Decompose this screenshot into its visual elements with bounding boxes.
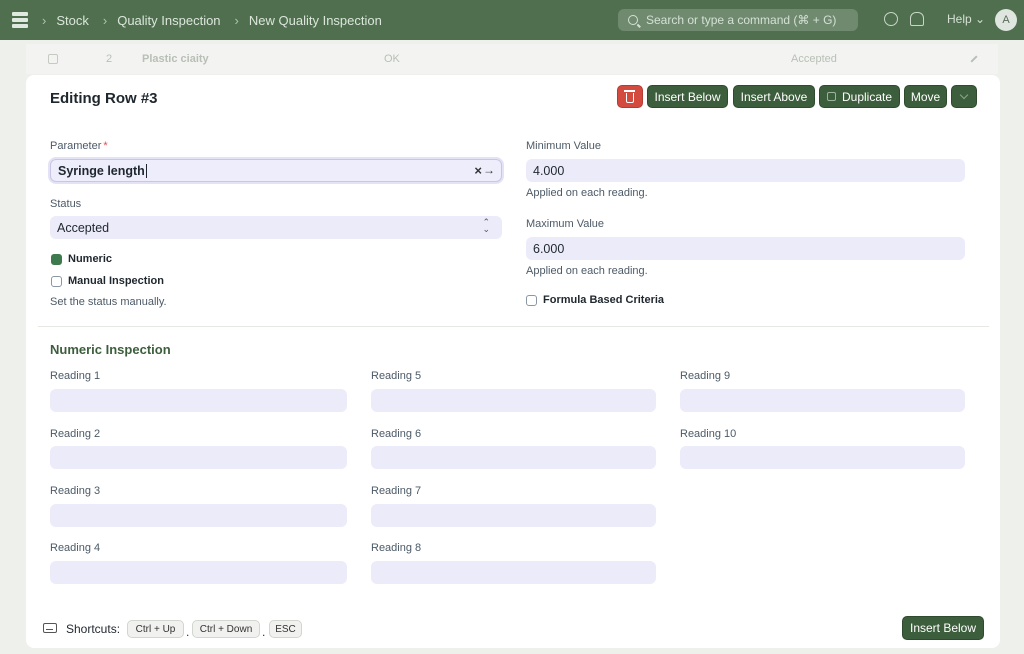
- shortcuts-label: Shortcuts:: [66, 622, 121, 636]
- minimum-value-hint: Applied on each reading.: [526, 187, 648, 199]
- breadcrumb-quality-inspection[interactable]: Quality Inspection: [117, 13, 220, 28]
- manual-inspection-checkbox[interactable]: [51, 276, 62, 287]
- status-value: Accepted: [57, 220, 110, 235]
- clear-icon[interactable]: ×: [474, 163, 482, 178]
- table-row[interactable]: 2 Plastic ciaity OK Accepted: [26, 44, 998, 74]
- shortcut-ctrl-up: Ctrl + Up: [127, 620, 184, 638]
- formula-based-checkbox[interactable]: [526, 295, 537, 306]
- footer-insert-below-button[interactable]: Insert Below: [902, 616, 984, 640]
- row-checkbox[interactable]: [48, 54, 58, 64]
- delete-row-button[interactable]: [617, 85, 643, 108]
- reading-6-label: Reading 6: [371, 428, 422, 440]
- chevron-down-icon: [959, 90, 969, 100]
- numeric-label: Numeric: [68, 253, 113, 265]
- shortcut-ctrl-down: Ctrl + Down: [192, 620, 260, 638]
- select-updown-icon: ⌃ ⌄: [482, 217, 490, 234]
- reading-2-label: Reading 2: [50, 428, 101, 440]
- reading-5-label: Reading 5: [371, 370, 422, 382]
- reading-7-label: Reading 7: [371, 485, 422, 497]
- reading-7-input[interactable]: [371, 504, 656, 527]
- minimum-value-input[interactable]: 4.000: [526, 159, 965, 182]
- maximum-value-hint: Applied on each reading.: [526, 265, 648, 277]
- numeric-checkbox[interactable]: [51, 254, 62, 265]
- duplicate-button[interactable]: Duplicate: [819, 85, 900, 108]
- search-icon: [628, 15, 638, 25]
- edit-pencil-icon[interactable]: [970, 55, 978, 63]
- navbar: › Stock › Quality Inspection › New Quali…: [0, 0, 1024, 40]
- shortcut-separator: .: [262, 625, 266, 639]
- open-link-arrow-icon[interactable]: →: [483, 163, 495, 177]
- numeric-inspection-heading: Numeric Inspection: [50, 342, 171, 357]
- reading-6-input[interactable]: [371, 446, 656, 469]
- insert-below-button[interactable]: Insert Below: [647, 85, 728, 108]
- reading-1-label: Reading 1: [50, 370, 101, 382]
- maximum-value-input[interactable]: 6.000: [526, 237, 965, 260]
- reading-9-input[interactable]: [680, 389, 965, 412]
- editing-row-panel: Editing Row #3 Insert Below Insert Above…: [26, 75, 1000, 648]
- breadcrumb-chevron-icon: ›: [42, 12, 47, 28]
- reading-4-label: Reading 4: [50, 542, 101, 554]
- row-value: OK: [384, 53, 400, 65]
- help-dropdown[interactable]: Help ⌄: [947, 12, 985, 26]
- chat-icon[interactable]: [884, 12, 898, 26]
- bell-icon[interactable]: [910, 12, 924, 26]
- reading-8-label: Reading 8: [371, 542, 422, 554]
- parameter-value: Syringe length: [58, 163, 145, 178]
- panel-title: Editing Row #3: [50, 90, 158, 107]
- parameter-label-text: Parameter: [50, 140, 102, 152]
- maximum-value-label: Maximum Value: [526, 218, 605, 230]
- keyboard-icon: [43, 623, 57, 633]
- breadcrumb-new-quality-inspection[interactable]: New Quality Inspection: [249, 13, 382, 28]
- reading-9-label: Reading 9: [680, 370, 731, 382]
- section-divider: [38, 326, 989, 327]
- insert-above-button[interactable]: Insert Above: [733, 85, 815, 108]
- breadcrumb-stock[interactable]: Stock: [56, 13, 89, 28]
- duplicate-icon: [826, 92, 836, 101]
- formula-based-label: Formula Based Criteria: [543, 294, 665, 306]
- row-index: 2: [106, 53, 113, 65]
- text-caret: [145, 163, 147, 178]
- help-label: Help: [947, 12, 972, 26]
- search-placeholder: Search or type a command (⌘ + G): [646, 13, 837, 27]
- parameter-label: Parameter *: [50, 140, 108, 152]
- avatar[interactable]: A: [995, 9, 1017, 31]
- reading-3-input[interactable]: [50, 504, 347, 527]
- chevron-down-icon: ⌄: [975, 12, 986, 26]
- manual-inspection-hint: Set the status manually.: [50, 296, 167, 308]
- required-asterisk: *: [103, 140, 108, 152]
- reading-4-input[interactable]: [50, 561, 347, 584]
- reading-5-input[interactable]: [371, 389, 656, 412]
- app-logo-icon[interactable]: [12, 12, 28, 28]
- collapse-button[interactable]: [951, 85, 977, 108]
- trash-icon: [624, 90, 635, 103]
- reading-10-input[interactable]: [680, 446, 965, 469]
- manual-inspection-label: Manual Inspection: [68, 275, 164, 287]
- search-input[interactable]: Search or type a command (⌘ + G): [618, 9, 858, 31]
- parameter-input[interactable]: Syringe length × →: [50, 159, 502, 182]
- row-parameter: Plastic ciaity: [142, 53, 209, 65]
- reading-2-input[interactable]: [50, 446, 347, 469]
- shortcut-separator: .: [186, 625, 190, 639]
- shortcut-esc: ESC: [269, 620, 302, 638]
- row-status: Accepted: [791, 53, 837, 65]
- status-label: Status: [50, 198, 82, 210]
- reading-8-input[interactable]: [371, 561, 656, 584]
- minimum-value-label: Minimum Value: [526, 140, 601, 152]
- status-select[interactable]: Accepted ⌃ ⌄: [50, 216, 502, 239]
- reading-10-label: Reading 10: [680, 428, 737, 440]
- breadcrumb-chevron-icon: ›: [102, 12, 108, 28]
- move-button[interactable]: Move: [904, 85, 947, 108]
- duplicate-label: Duplicate: [841, 89, 893, 104]
- breadcrumb-chevron-icon: ›: [234, 12, 239, 28]
- breadcrumb: › Stock › Quality Inspection › New Quali…: [42, 13, 396, 28]
- reading-1-input[interactable]: [50, 389, 347, 412]
- reading-3-label: Reading 3: [50, 485, 101, 497]
